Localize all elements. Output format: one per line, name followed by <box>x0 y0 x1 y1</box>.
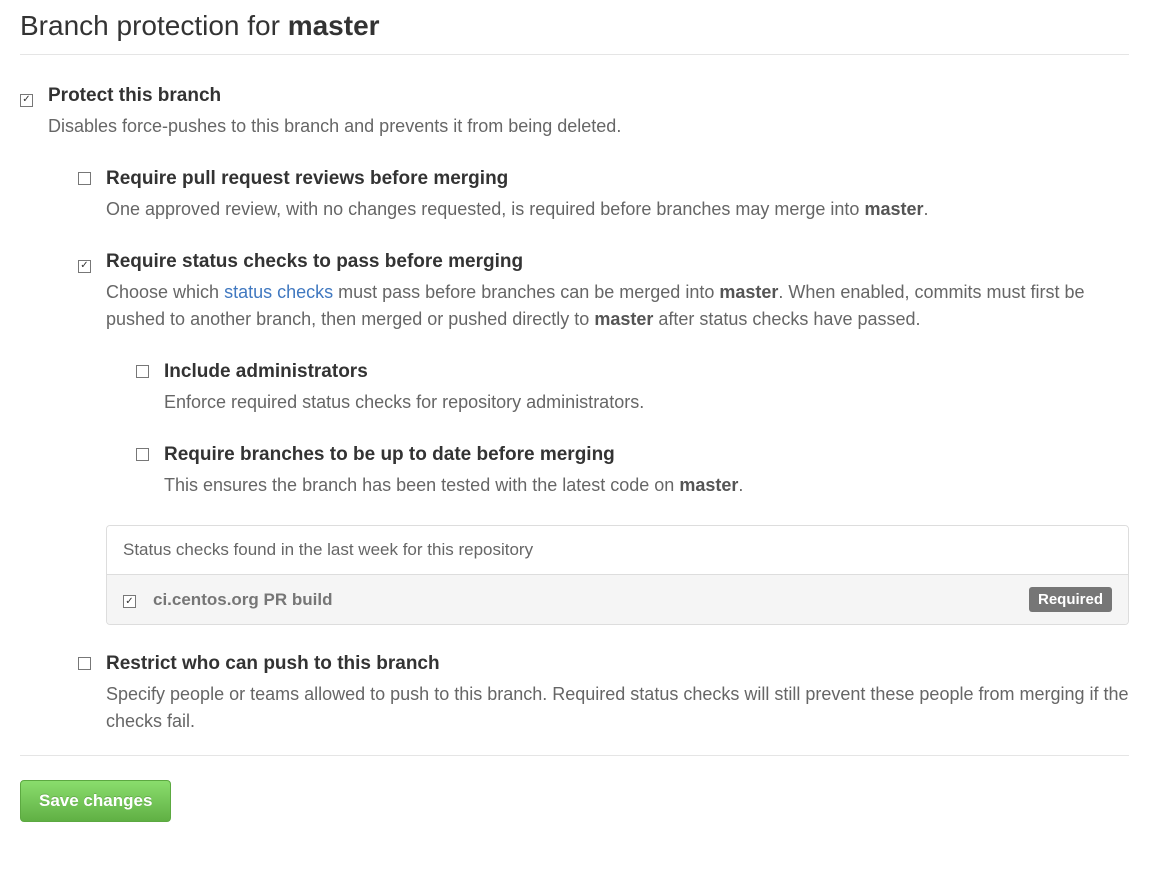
desc-protect-branch: Disables force-pushes to this branch and… <box>48 113 1129 140</box>
desc-include-admins: Enforce required status checks for repos… <box>164 389 1129 416</box>
link-status-checks[interactable]: status checks <box>224 282 333 302</box>
checkbox-require-reviews[interactable] <box>78 172 91 185</box>
checkbox-restrict-push[interactable] <box>78 657 91 670</box>
setting-include-admins: Include administrators Enforce required … <box>136 361 1129 416</box>
label-require-reviews: Require pull request reviews before merg… <box>106 168 1129 190</box>
setting-up-to-date: Require branches to be up to date before… <box>136 444 1129 499</box>
setting-require-status: Require status checks to pass before mer… <box>78 251 1129 625</box>
page-title-prefix: Branch protection for <box>20 10 288 41</box>
checkbox-require-status[interactable] <box>78 260 91 273</box>
checkbox-status-check-ci[interactable] <box>123 595 136 608</box>
label-restrict-push: Restrict who can push to this branch <box>106 653 1129 675</box>
desc-require-reviews: One approved review, with no changes req… <box>106 196 1129 223</box>
checkbox-include-admins[interactable] <box>136 365 149 378</box>
save-button[interactable]: Save changes <box>20 780 171 822</box>
page-title-branch: master <box>288 10 380 41</box>
desc-restrict-push: Specify people or teams allowed to push … <box>106 681 1129 735</box>
label-up-to-date: Require branches to be up to date before… <box>164 444 1129 466</box>
status-check-name: ci.centos.org PR build <box>153 590 1029 610</box>
label-protect-branch: Protect this branch <box>48 85 1129 107</box>
checkbox-protect-branch[interactable] <box>20 94 33 107</box>
desc-up-to-date: This ensures the branch has been tested … <box>164 472 1129 499</box>
desc-require-status: Choose which status checks must pass bef… <box>106 279 1129 333</box>
required-badge: Required <box>1029 587 1112 612</box>
setting-restrict-push: Restrict who can push to this branch Spe… <box>78 653 1129 735</box>
status-checks-header: Status checks found in the last week for… <box>107 526 1128 575</box>
status-check-row: ci.centos.org PR build Required <box>107 575 1128 624</box>
setting-require-reviews: Require pull request reviews before merg… <box>78 168 1129 223</box>
label-require-status: Require status checks to pass before mer… <box>106 251 1129 273</box>
page-title: Branch protection for master <box>20 10 1129 55</box>
label-include-admins: Include administrators <box>164 361 1129 383</box>
status-checks-box: Status checks found in the last week for… <box>106 525 1129 625</box>
setting-protect-branch: Protect this branch Disables force-pushe… <box>20 85 1129 735</box>
checkbox-up-to-date[interactable] <box>136 448 149 461</box>
